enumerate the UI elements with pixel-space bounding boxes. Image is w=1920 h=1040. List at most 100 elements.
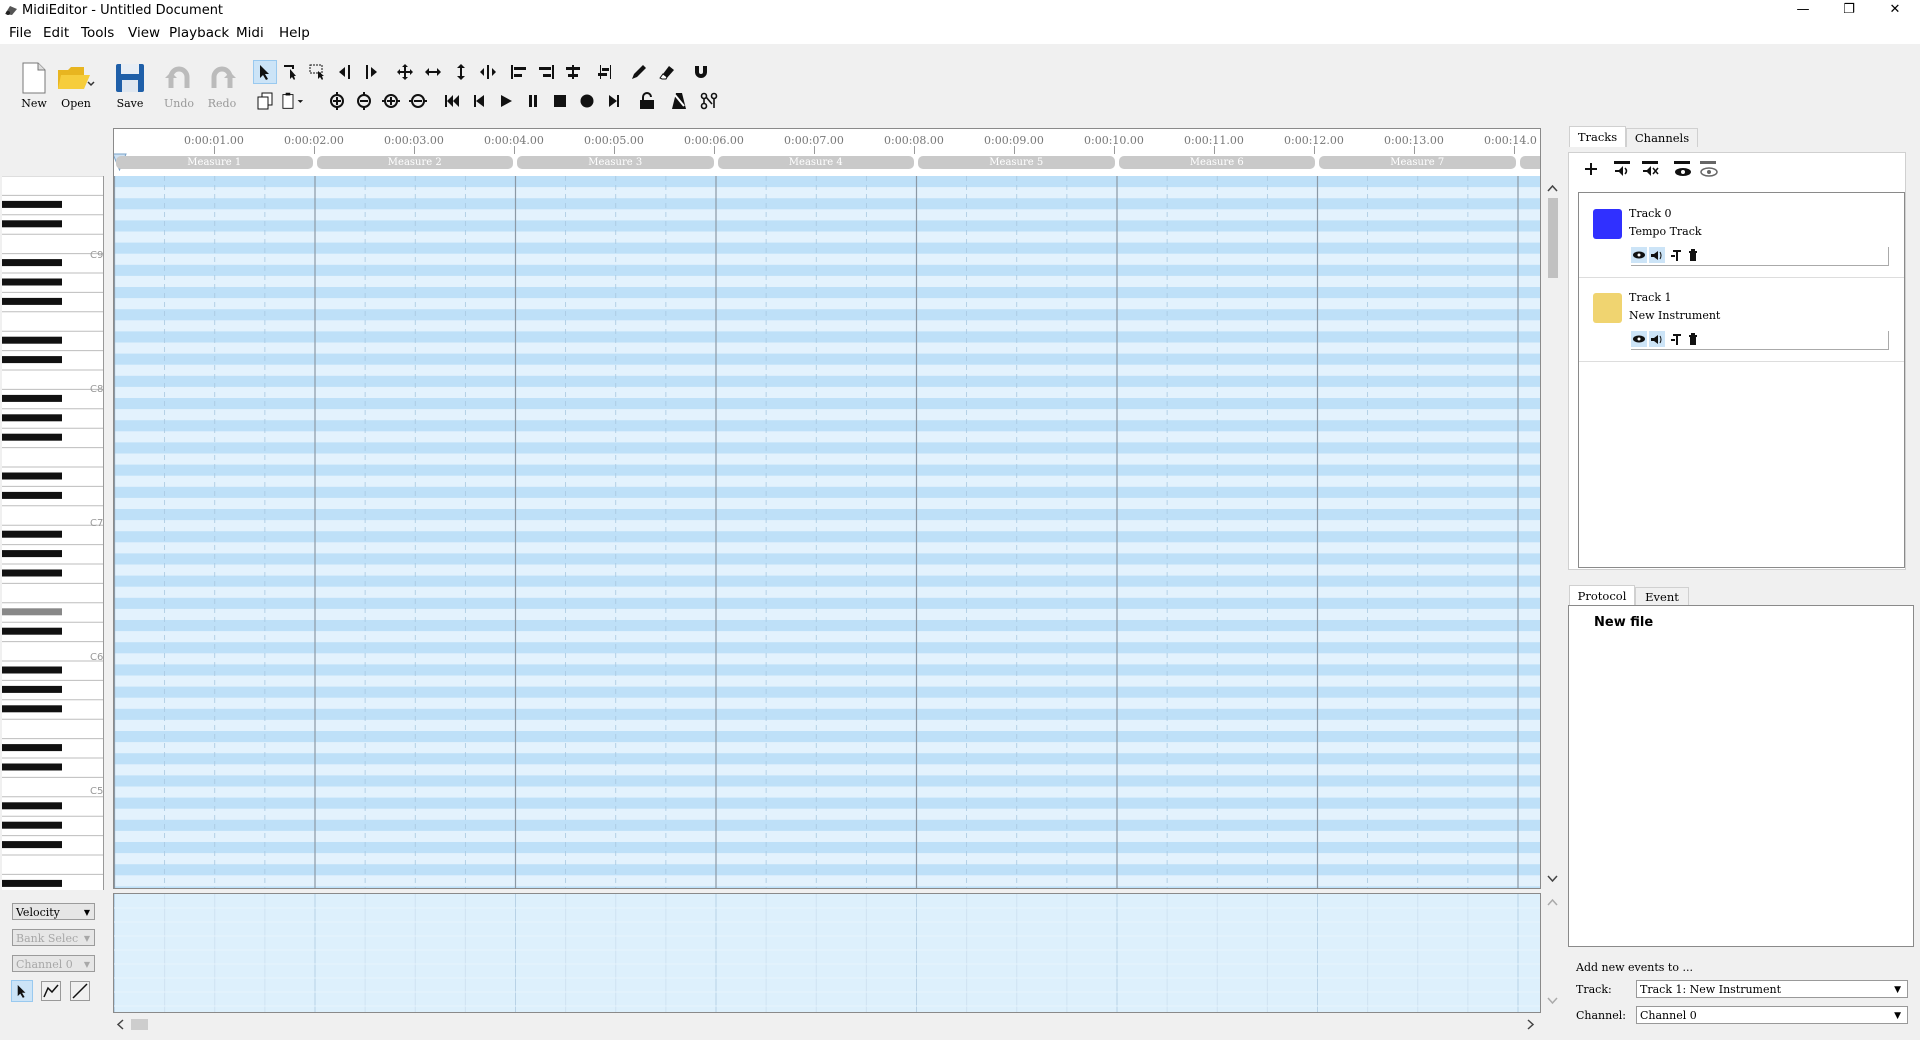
key-row[interactable] [114,309,1540,321]
scroll-right-arrow-icon[interactable] [1527,1019,1535,1030]
stop-button[interactable] [549,90,571,112]
black-key[interactable] [2,627,62,635]
back-button[interactable] [468,90,490,112]
zoom-in-vertical-button[interactable] [326,90,348,112]
key-row[interactable] [114,819,1540,831]
tab-tracks[interactable]: Tracks [1569,126,1626,147]
scroll-thumb[interactable] [1548,198,1558,278]
key-row[interactable] [114,375,1540,387]
black-key[interactable] [2,394,62,402]
trash-icon[interactable] [1689,249,1697,261]
maximize-button[interactable]: ❐ [1826,0,1872,22]
key-row[interactable] [114,176,1540,188]
bank-select-select[interactable]: Bank Selec ▼ [12,929,95,946]
channel-select[interactable]: Channel 0 ▼ [12,955,95,972]
key-row[interactable] [114,264,1540,276]
key-row[interactable] [114,509,1540,521]
vertical-scrollbar[interactable] [1543,178,1562,890]
paste-button[interactable] [282,90,304,112]
trash-icon[interactable] [1689,333,1697,345]
minimize-button[interactable]: — [1780,0,1826,22]
measure-label[interactable]: Measure 5 [918,156,1115,169]
play-button[interactable] [495,90,517,112]
align-right-button[interactable] [535,61,557,83]
undo-button[interactable]: Undo [159,62,199,110]
key-row[interactable] [114,464,1540,476]
black-key[interactable] [2,821,62,829]
black-key[interactable] [2,608,62,616]
key-row[interactable] [114,398,1540,410]
key-row[interactable] [114,775,1540,787]
key-row[interactable] [114,531,1540,543]
key-row[interactable] [114,242,1540,254]
black-key[interactable] [2,433,62,441]
menu-file[interactable]: File [9,25,32,41]
add-track-button[interactable] [1583,161,1599,181]
track-select[interactable]: Track 1: New Instrument ▼ [1636,980,1908,998]
key-row[interactable] [114,753,1540,765]
black-key[interactable] [2,802,62,810]
black-key[interactable] [2,278,62,286]
note-grid-canvas[interactable] [114,176,1540,888]
black-key[interactable] [2,356,62,364]
add-channel-select[interactable]: Channel 0 ▼ [1636,1006,1908,1024]
black-key[interactable] [2,200,62,208]
record-button[interactable] [576,90,598,112]
key-row[interactable] [114,331,1540,343]
zoom-out-vertical-button[interactable] [353,90,375,112]
menu-tools[interactable]: Tools [81,25,114,41]
note-grid[interactable] [113,176,1541,889]
black-key[interactable] [2,336,62,344]
velocity-canvas[interactable] [114,894,1540,1012]
scroll-up-arrow-icon[interactable] [1547,898,1558,906]
measure-label[interactable]: Measure 4 [717,156,914,169]
track-color-swatch[interactable] [1593,293,1622,323]
open-button[interactable]: Open [56,62,96,110]
black-key[interactable] [2,744,62,752]
key-row[interactable] [114,797,1540,809]
key-row[interactable] [114,886,1540,888]
black-key[interactable] [2,685,62,693]
key-row[interactable] [114,708,1540,720]
velocity-select-tool-button[interactable] [11,980,33,1002]
key-row[interactable] [114,686,1540,698]
quantize-button[interactable] [595,61,617,83]
key-row[interactable] [114,620,1540,632]
measure-label[interactable]: Measure 7 [1319,156,1516,169]
velocity-select[interactable]: Velocity ▼ [12,903,95,920]
horizontal-scrollbar[interactable] [113,1015,1539,1034]
show-all-button[interactable] [1673,160,1693,182]
show-all-tracks-button[interactable] [1613,160,1633,182]
scroll-thumb[interactable] [131,1019,148,1030]
hide-all-button[interactable] [1699,160,1719,182]
zoom-out-horizontal-button[interactable] [407,90,429,112]
measure-label[interactable]: Measure 6 [1118,156,1315,169]
piano-keyboard[interactable]: C9 C8 C7 C6 C5 [2,176,104,890]
rename-track-icon[interactable] [1671,250,1681,261]
back-to-begin-button[interactable] [441,90,463,112]
black-key[interactable] [2,297,62,305]
pause-button[interactable] [522,90,544,112]
lower-vertical-scrollbar[interactable] [1543,893,1562,1011]
tab-channels[interactable]: Channels [1626,128,1698,147]
move-tool-button[interactable] [394,61,416,83]
select-left-tool-button[interactable] [334,61,356,83]
black-key[interactable] [2,259,62,267]
black-key[interactable] [2,569,62,577]
piano-keys[interactable]: C9 C8 C7 C6 C5 [2,176,103,890]
freehand-tool-button[interactable] [41,981,61,1001]
key-row[interactable] [114,642,1540,654]
scroll-up-arrow-icon[interactable] [1547,184,1558,192]
black-key[interactable] [2,841,62,849]
key-row[interactable] [114,486,1540,498]
measure-label[interactable]: Measure 2 [316,156,513,169]
select-right-tool-button[interactable] [360,61,382,83]
measure-label[interactable] [1519,156,1540,169]
black-key[interactable] [2,491,62,499]
rename-track-icon[interactable] [1671,334,1681,345]
scroll-down-arrow-icon[interactable] [1547,875,1558,883]
move-horizontal-tool-button[interactable] [422,61,444,83]
scroll-down-arrow-icon[interactable] [1547,997,1558,1005]
key-row[interactable] [114,420,1540,432]
move-vertical-tool-button[interactable] [450,61,472,83]
